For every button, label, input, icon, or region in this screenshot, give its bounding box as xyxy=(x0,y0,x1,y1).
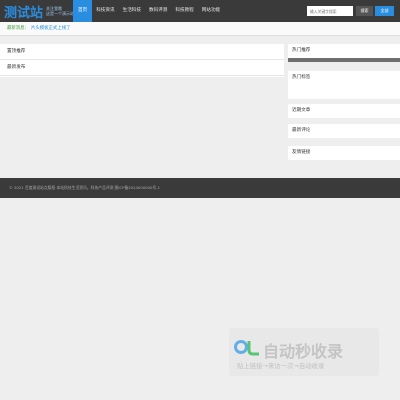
search-button[interactable]: 搜索 xyxy=(356,6,373,16)
header: 测试站 关注我哦 这是一个演示站点 首页 科技资讯 生活科技 数码评测 科技教程… xyxy=(0,0,400,22)
sidebar-title: 最新评论 xyxy=(292,128,311,133)
nav-item-reviews[interactable]: 数码评测 xyxy=(145,0,171,22)
watermark-title: 自动秒收录 xyxy=(263,342,344,361)
logo-text: 测试站 xyxy=(4,5,44,21)
sidebar-recent-posts: 近期文章 xyxy=(288,104,400,118)
section-latest[interactable]: 最新发布 xyxy=(0,60,284,76)
ticker-link[interactable]: 片头模板正式上线了 xyxy=(31,26,71,31)
sidebar-hot-recommend: 热门推荐 xyxy=(288,44,400,62)
ticker-label: 最新消息： xyxy=(7,26,29,31)
site-logo[interactable]: 测试站 关注我哦 这是一个演示站点 xyxy=(4,2,78,21)
sidebar-title: 热门标签 xyxy=(292,75,311,80)
main-nav: 首页 科技资讯 生活科技 数码评测 科技教程 网站功能 xyxy=(73,0,224,22)
footer: © 2021 百度测试站点版权·本站科技生活资讯，科技产品评测 图ICP备202… xyxy=(0,178,400,198)
main-content: 置顶推荐 最新发布 xyxy=(0,44,284,77)
sidebar-friend-links: 友情链接 xyxy=(288,146,400,160)
sidebar-latest-comments: 最新评论 xyxy=(288,124,400,138)
news-ticker: 最新消息： 片头模板正式上线了 xyxy=(0,22,400,36)
watermark-logo-icon xyxy=(234,340,259,356)
watermark-badge[interactable]: 自动秒收录 贴上链接→来访一次→自动收录 xyxy=(229,328,379,376)
section-featured[interactable]: 置顶推荐 xyxy=(0,44,284,60)
sidebar-title: 友情链接 xyxy=(292,150,311,155)
nav-item-tutorials[interactable]: 科技教程 xyxy=(171,0,197,22)
footer-copyright: © 2021 百度测试站点版权·本站科技生活资讯，科技产品评测 图ICP备202… xyxy=(9,185,161,190)
watermark-subtitle: 贴上链接→来访一次→自动收录 xyxy=(237,362,325,370)
nav-item-life-tech[interactable]: 生活科技 xyxy=(119,0,145,22)
sidebar-title: 热门推荐 xyxy=(292,48,311,53)
nav-item-features[interactable]: 网站功能 xyxy=(198,0,224,22)
scope-select-button[interactable]: 全部 xyxy=(375,6,394,16)
sidebar-title: 近期文章 xyxy=(292,108,311,113)
nav-item-home[interactable]: 首页 xyxy=(73,0,93,22)
nav-item-tech-news[interactable]: 科技资讯 xyxy=(92,0,118,22)
sidebar-tab-bar[interactable] xyxy=(288,58,400,62)
search-input[interactable] xyxy=(307,6,353,16)
sidebar-hot-tags: 热门标签 xyxy=(288,71,400,99)
